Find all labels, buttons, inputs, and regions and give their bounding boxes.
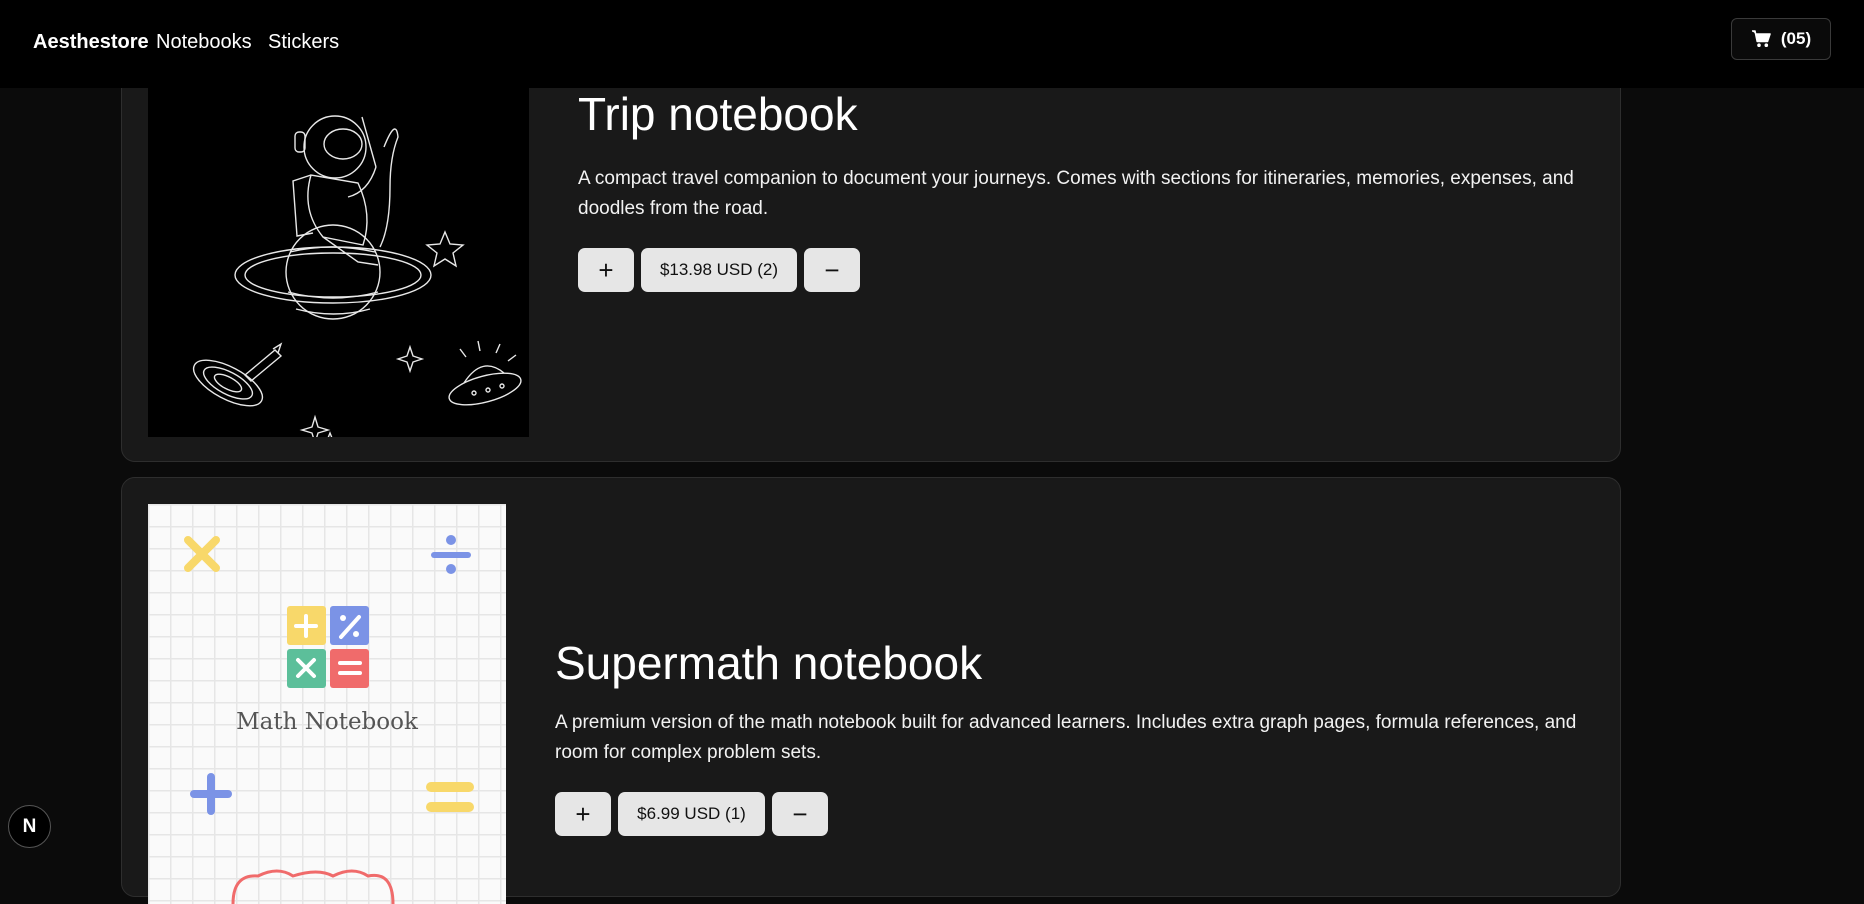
top-navbar: Aesthestore Notebooks Stickers (05) [0, 0, 1864, 88]
product-title: Supermath notebook [555, 637, 983, 689]
add-to-cart-button[interactable]: + [578, 248, 634, 292]
remove-from-cart-button[interactable]: − [772, 792, 828, 836]
cart-count: (05) [1780, 29, 1812, 48]
nav-link-stickers[interactable]: Stickers [268, 31, 339, 54]
product-title: Trip notebook [578, 88, 858, 140]
remove-from-cart-button[interactable]: − [804, 248, 860, 292]
product-image-trip [148, 87, 529, 437]
nextjs-logo-icon: N [22, 815, 37, 837]
cover-text: Math Notebook [236, 709, 419, 735]
product-card-trip: Trip notebook A compact travel companion… [121, 60, 1621, 462]
cart-button[interactable]: (05) [1731, 18, 1831, 60]
brand-logo-link[interactable]: Aesthestore [33, 31, 149, 54]
product-image-supermath: Math Notebook [148, 504, 506, 904]
cart-icon [1751, 30, 1771, 47]
add-to-cart-button[interactable]: + [555, 792, 611, 836]
nav-link-notebooks[interactable]: Notebooks [156, 31, 252, 54]
price-quantity-button[interactable]: $6.99 USD (1) [618, 792, 765, 836]
product-description: A compact travel companion to document y… [578, 168, 1574, 219]
product-card-supermath: Math Notebook Supermath notebook A premi… [121, 477, 1621, 904]
price-quantity-button[interactable]: $13.98 USD (2) [641, 248, 797, 292]
nextjs-dev-indicator-button[interactable]: N [8, 805, 51, 848]
product-description: A premium version of the math notebook b… [555, 712, 1577, 763]
